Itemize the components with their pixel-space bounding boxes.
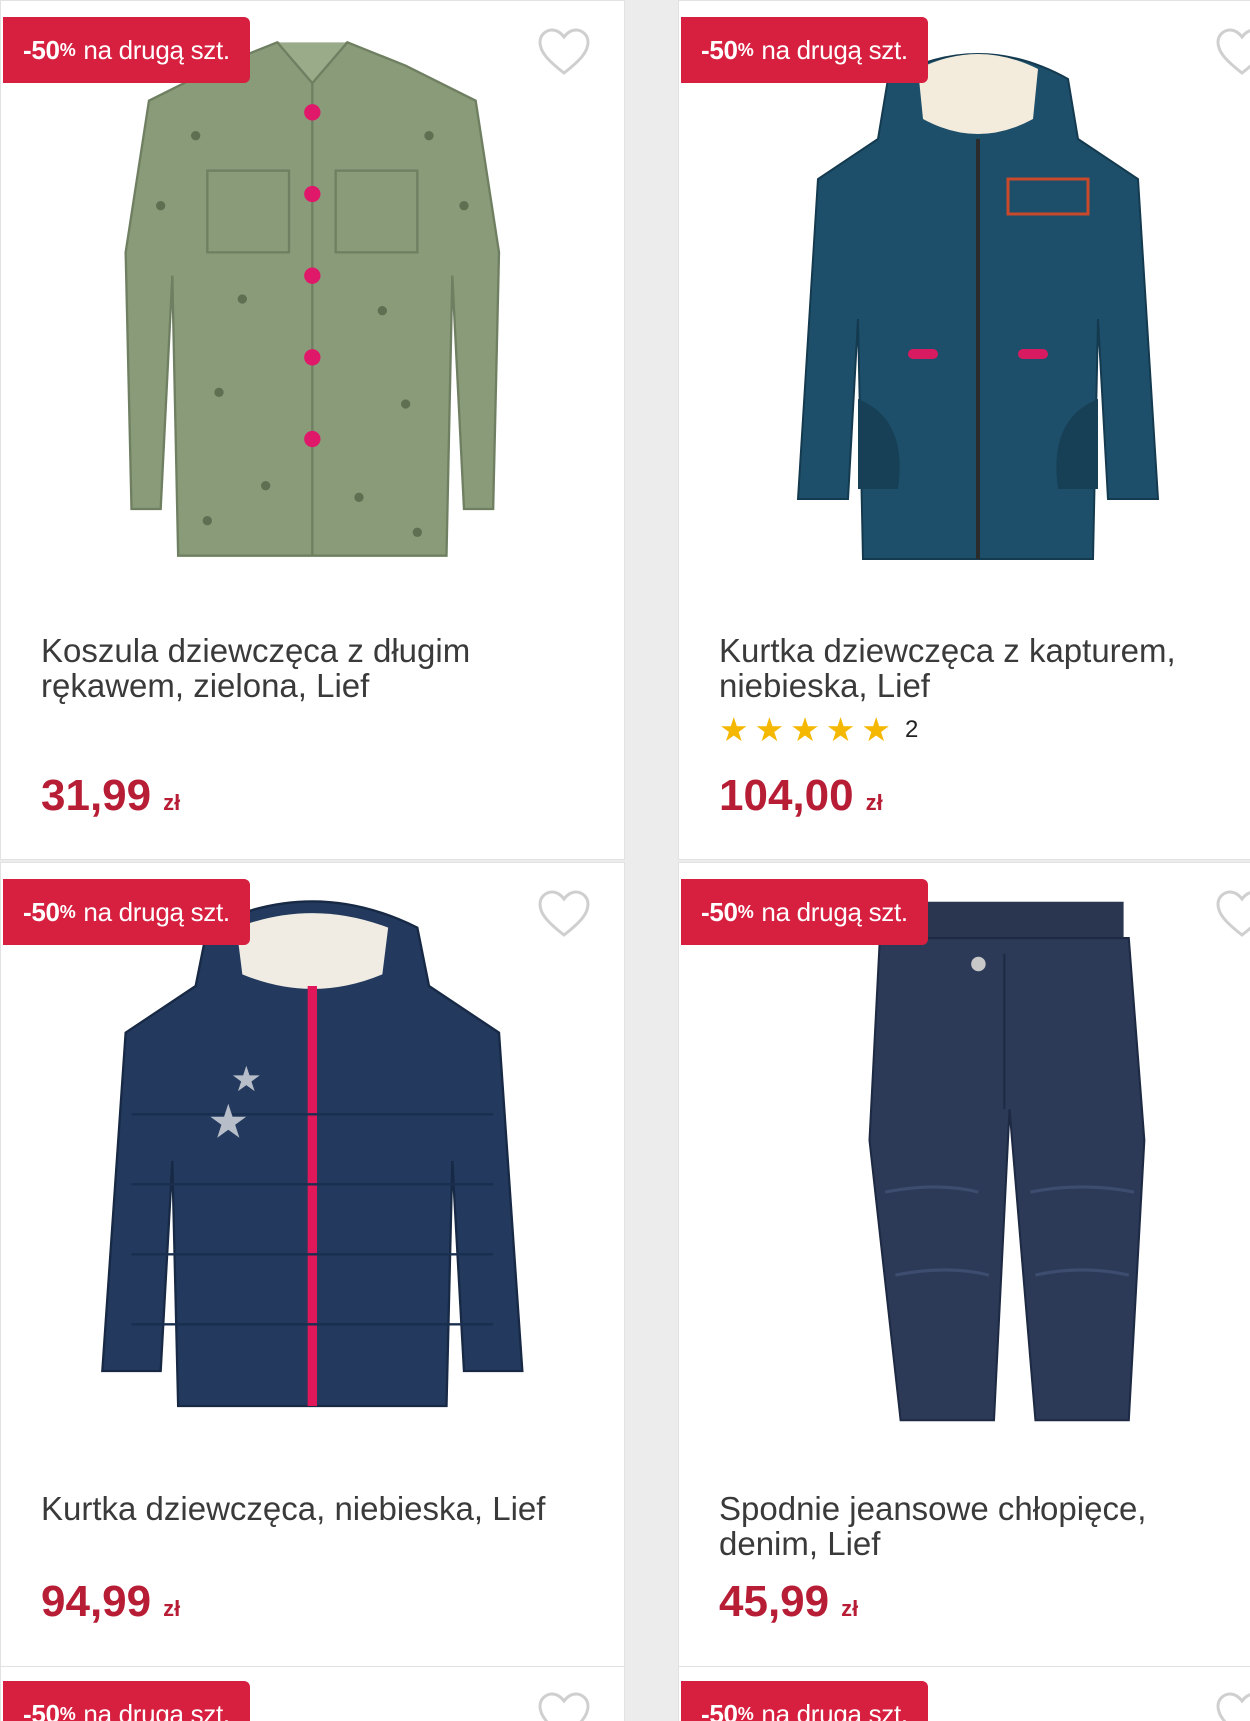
product-card[interactable]: -50% na drugą szt. [678,1666,1250,1721]
promo-percent: -50 [701,896,738,927]
price-value: 94,99 [41,1577,152,1626]
product-card[interactable]: -50% na drugą szt. Spodnie jeansowe chłop… [678,862,1250,1667]
promo-text: na drugą szt. [761,1698,908,1721]
promo-percent: -50 [701,34,738,65]
price-currency: zł [163,790,181,815]
promo-percent-sign: % [737,1703,754,1721]
product-price: 31,99 zł [41,771,180,821]
product-grid: -50% na drugą szt. Koszula dziewczęca z d… [0,0,1250,1721]
rating: ★ ★ ★ ★ ★ 2 [719,713,918,746]
product-image-green-shirt[interactable] [1,19,624,579]
promo-percent-sign: % [59,901,76,922]
price-value: 31,99 [41,771,152,820]
promo-percent-sign: % [59,39,76,60]
product-title[interactable]: Koszula dziewczęca z długim rękawem, zie… [41,633,594,703]
svg-text:★: ★ [208,1096,250,1150]
promo-badge: -50% na drugą szt. [681,879,928,945]
promo-percent-sign: % [737,901,754,922]
heart-outline-icon[interactable] [1214,889,1250,941]
product-title-line: Kurtka dziewczęca, niebieska, Lief [41,1490,546,1527]
product-image-denim-jeans[interactable] [679,881,1250,1441]
product-title-line: denim, Lief [719,1525,881,1562]
promo-badge: -50% na drugą szt. [3,879,250,945]
promo-text: na drugą szt. [761,896,908,927]
product-title[interactable]: Kurtka dziewczęca, niebieska, Lief [41,1491,594,1526]
price-currency: zł [865,790,883,815]
price-currency: zł [163,1596,181,1621]
star-icon: ★ [719,711,749,748]
star-icon: ★ [790,711,820,748]
product-title-line: niebieska, Lief [719,667,930,704]
price-value: 45,99 [719,1577,830,1626]
promo-badge: -50% na drugą szt. [3,17,250,83]
rating-count: 2 [904,715,919,743]
product-image-navy-puffer[interactable]: ★ ★ [1,881,624,1441]
promo-badge: -50% na drugą szt. [681,17,928,83]
product-title[interactable]: Spodnie jeansowe chłopięce, denim, Lief [719,1491,1247,1561]
product-price: 45,99 zł [719,1577,858,1627]
heart-outline-icon[interactable] [1214,27,1250,79]
promo-percent-sign: % [59,1703,76,1721]
product-price: 104,00 zł [719,771,883,821]
promo-badge: -50% na drugą szt. [681,1681,928,1721]
svg-text:★: ★ [231,1060,262,1100]
product-title-line: Koszula dziewczęca z długim [41,632,471,669]
heart-outline-icon[interactable] [536,1691,592,1721]
product-image-teal-parka[interactable] [679,19,1250,579]
price-currency: zł [841,1596,859,1621]
product-card[interactable]: -50% na drugą szt. Koszula dziewczęca z d… [0,0,625,860]
promo-percent: -50 [701,1698,738,1721]
promo-text: na drugą szt. [83,1698,230,1721]
promo-percent: -50 [23,896,60,927]
product-title-line: rękawem, zielona, Lief [41,667,370,704]
star-icon: ★ [825,711,856,748]
product-title-line: Spodnie jeansowe chłopięce, [719,1490,1147,1527]
product-price: 94,99 zł [41,1577,180,1627]
product-card[interactable]: -50% na drugą szt. Kurtka dziewczęca z ka… [678,0,1250,860]
price-value: 104,00 [719,771,854,820]
promo-badge: -50% na drugą szt. [3,1681,250,1721]
product-card[interactable]: -50% na drugą szt. [0,1666,625,1721]
star-icon: ★ [754,711,785,748]
heart-outline-icon[interactable] [1214,1691,1250,1721]
heart-outline-icon[interactable] [536,889,592,941]
product-title[interactable]: Kurtka dziewczęca z kapturem, niebieska,… [719,633,1247,703]
promo-percent: -50 [23,34,60,65]
promo-percent-sign: % [737,39,754,60]
star-icon: ★ [861,711,891,748]
promo-percent: -50 [23,1698,60,1721]
heart-outline-icon[interactable] [536,27,592,79]
product-card[interactable]: ★ ★ -50% na drugą szt. Kurtka dziewczęca,… [0,862,625,1667]
promo-text: na drugą szt. [83,34,230,65]
promo-text: na drugą szt. [761,34,908,65]
promo-text: na drugą szt. [83,896,230,927]
product-title-line: Kurtka dziewczęca z kapturem, [719,632,1176,669]
